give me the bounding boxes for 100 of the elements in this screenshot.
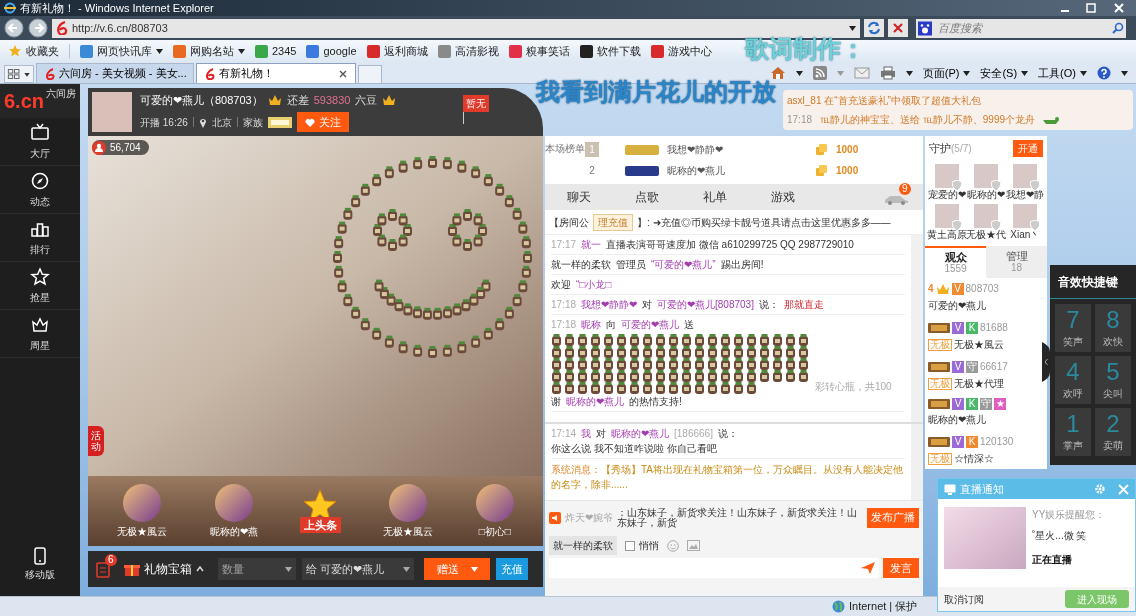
recipient-select[interactable]: 给 可爱的❤燕儿 bbox=[302, 558, 414, 580]
print-icon[interactable] bbox=[879, 66, 896, 80]
lyrics-line: 歌词制作： bbox=[745, 37, 865, 61]
car-icon[interactable] bbox=[883, 193, 909, 205]
mobile-link[interactable]: 移动版 bbox=[0, 547, 80, 582]
favorite-link[interactable]: 网购名站 bbox=[173, 42, 245, 60]
user-name[interactable]: “可爱的❤燕儿” bbox=[651, 257, 716, 272]
chat-tab[interactable]: 聊天 bbox=[545, 184, 613, 210]
close-tab-icon[interactable] bbox=[339, 69, 347, 78]
command-menu[interactable]: 工具(O) bbox=[1038, 64, 1087, 82]
forward-icon[interactable] bbox=[28, 18, 48, 38]
scrollbar[interactable] bbox=[911, 424, 923, 500]
sound-key[interactable]: 4 欢呼 bbox=[1055, 356, 1091, 404]
favorite-link[interactable]: 高清影视 bbox=[437, 42, 499, 60]
message-text: 那就直走 bbox=[783, 298, 824, 312]
unsubscribe-link[interactable]: 取消订阅 bbox=[944, 591, 984, 607]
favorite-link[interactable]: 收藏夹 bbox=[8, 42, 59, 60]
sound-key[interactable]: 8 欢快 bbox=[1095, 304, 1131, 352]
chat-tab[interactable]: 游戏 bbox=[749, 184, 817, 210]
user-name[interactable]: 昵称的❤燕儿 bbox=[928, 412, 986, 427]
quantity-field[interactable]: 数量 bbox=[218, 558, 282, 580]
guard-avatar[interactable] bbox=[934, 204, 959, 228]
user-name[interactable]: 无极★風云 bbox=[954, 337, 1004, 352]
favorite-link[interactable]: 网页快讯库 bbox=[80, 42, 163, 60]
headline-gift[interactable]: 上头条 bbox=[299, 488, 341, 534]
sound-key[interactable]: 2 卖萌 bbox=[1095, 408, 1131, 456]
phone-icon bbox=[34, 547, 46, 565]
gift-sender[interactable]: 无极★風云 bbox=[383, 483, 434, 539]
search-field[interactable]: 百度搜索 bbox=[934, 18, 1110, 38]
user-name[interactable]: 就一 bbox=[581, 237, 602, 252]
guard-avatar[interactable] bbox=[1013, 204, 1038, 228]
chat-tab[interactable]: 点歌 bbox=[613, 184, 681, 210]
guard-name[interactable]: 无极★代 bbox=[966, 230, 1006, 240]
user-name[interactable]: 可爱的❤燕儿 bbox=[928, 298, 986, 313]
favorite-link[interactable]: 返利商城 bbox=[366, 42, 428, 60]
guard-name[interactable]: 我想❤静 bbox=[1006, 190, 1045, 200]
command-menu[interactable]: 安全(S) bbox=[980, 64, 1029, 82]
browser-tab[interactable]: 六间房 - 美女视频 - 美女... bbox=[36, 63, 194, 83]
message-input[interactable] bbox=[549, 558, 879, 578]
guard-name[interactable]: 昵称的❤ bbox=[967, 190, 1005, 200]
browser-tab[interactable]: 有新礼物！ bbox=[196, 63, 356, 83]
favorite-link[interactable]: 游戏中心 bbox=[650, 42, 712, 60]
user-name[interactable]: ☆情深☆ bbox=[954, 451, 994, 466]
gift-sender[interactable]: 无极★風云 bbox=[117, 483, 168, 539]
activity-tab[interactable]: 活动 bbox=[88, 426, 104, 456]
favorite-link[interactable]: 2345 bbox=[255, 42, 297, 60]
gift-sender[interactable]: 昵称的❤燕 bbox=[209, 483, 258, 539]
new-tab-button[interactable] bbox=[358, 65, 382, 83]
send-icon[interactable] bbox=[861, 562, 875, 574]
guard-name[interactable]: 黄土高原 bbox=[926, 230, 967, 240]
sound-key[interactable]: 7 笑声 bbox=[1055, 304, 1091, 352]
chat-tab[interactable]: 礼单 bbox=[681, 184, 749, 210]
search-icon[interactable] bbox=[1110, 18, 1126, 38]
home-icon[interactable] bbox=[769, 66, 786, 80]
user-name[interactable]: 昵称的❤燕儿 bbox=[611, 426, 670, 441]
whisper-checkbox[interactable]: 悄悄 bbox=[625, 538, 659, 553]
favorite-link[interactable]: 软件下载 bbox=[579, 42, 641, 60]
scrollbar[interactable] bbox=[911, 235, 923, 422]
user-tag: 无极 bbox=[928, 377, 952, 390]
settings-icon[interactable] bbox=[1094, 483, 1106, 495]
sound-key[interactable]: 1 掌声 bbox=[1055, 408, 1091, 456]
help-icon[interactable] bbox=[1097, 66, 1111, 80]
guard-name[interactable]: 宠爱的❤ bbox=[927, 190, 966, 200]
user-name[interactable]: “□小龙□ bbox=[576, 277, 612, 292]
user-name[interactable]: 我想❤静静❤ bbox=[667, 142, 807, 157]
image-icon[interactable] bbox=[687, 540, 700, 551]
back-icon[interactable] bbox=[4, 18, 24, 38]
guard-avatar[interactable] bbox=[934, 164, 959, 188]
guard-name[interactable]: Xian丶 bbox=[1010, 230, 1041, 240]
guard-avatar[interactable] bbox=[1013, 164, 1038, 188]
refresh-icon[interactable] bbox=[864, 19, 884, 37]
shield-icon bbox=[1030, 180, 1041, 191]
user-name[interactable]: 我想❤静静❤ bbox=[581, 297, 638, 312]
collapse-icon[interactable] bbox=[1042, 342, 1050, 382]
sound-key[interactable]: 5 尖叫 bbox=[1095, 356, 1131, 404]
gift-sender[interactable]: □初心□ bbox=[475, 483, 514, 539]
message-text: 的热情支持! bbox=[629, 395, 682, 409]
dropdown-icon[interactable] bbox=[282, 558, 296, 580]
user-name[interactable]: 可爱的❤燕儿[808703] bbox=[657, 297, 754, 312]
user-badge: V bbox=[952, 435, 964, 448]
user-name[interactable]: 我 bbox=[581, 426, 592, 441]
gift-box-button[interactable]: 礼物宝箱 bbox=[124, 560, 204, 578]
user-name[interactable]: 昵称 bbox=[581, 317, 602, 332]
favorite-link[interactable]: 糗事笑话 bbox=[508, 42, 570, 60]
tab-list-icon[interactable] bbox=[4, 65, 34, 83]
mail-icon[interactable] bbox=[853, 67, 870, 79]
audience-tab[interactable]: 管理 18 bbox=[986, 246, 1047, 278]
address-field[interactable]: http://v.6.cn/808703 bbox=[52, 18, 860, 38]
message-text: 你这么说 我不知道咋说啦 你自己看吧 bbox=[551, 442, 717, 456]
user-name[interactable]: 无极★代理 bbox=[954, 376, 1004, 391]
emoji-icon[interactable] bbox=[667, 539, 679, 552]
user-name[interactable]: 昵称的❤燕儿 bbox=[566, 394, 624, 409]
user-name[interactable]: 可爱的❤燕儿 bbox=[621, 317, 680, 332]
stop-icon[interactable] bbox=[888, 19, 908, 37]
favorite-link[interactable]: google bbox=[306, 42, 357, 60]
feed-icon[interactable] bbox=[812, 66, 827, 80]
avatar-placeholder bbox=[214, 483, 253, 522]
chat-target[interactable]: 就一样的柔软 bbox=[549, 536, 617, 555]
user-name[interactable]: 昵称的❤燕儿 bbox=[667, 163, 807, 178]
command-menu[interactable]: 页面(P) bbox=[922, 64, 971, 82]
